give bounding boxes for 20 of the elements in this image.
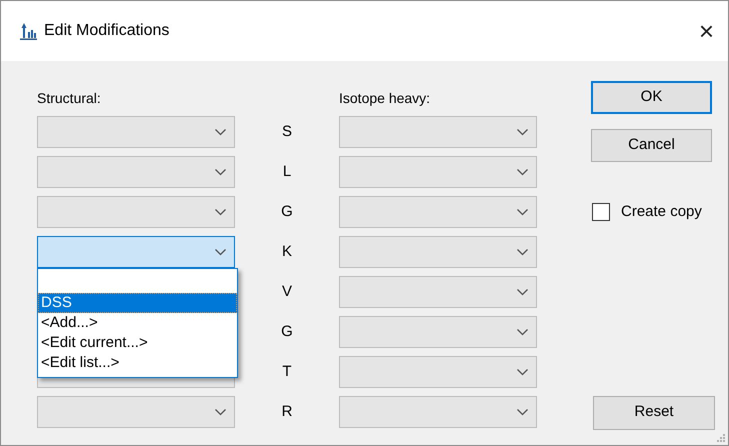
column-label: Isotope heavy: xyxy=(339,88,430,108)
residue-label: G xyxy=(280,322,294,342)
residue-label: V xyxy=(280,282,293,302)
dropdown-option[interactable]: <Edit list...> xyxy=(38,353,237,373)
residue-label: S xyxy=(281,122,294,142)
residue-label: R xyxy=(280,402,294,422)
dropdown-option[interactable]: DSS xyxy=(38,293,237,313)
column-label: Structural: xyxy=(37,88,102,108)
dropdown-option[interactable]: <Add...> xyxy=(38,313,237,333)
close-button[interactable]: × xyxy=(692,18,720,44)
checkbox-label: Create copy xyxy=(621,202,702,222)
cancel-button[interactable]: Cancel xyxy=(591,129,712,162)
residue-label: K xyxy=(281,242,294,262)
residue-label: L xyxy=(282,162,292,182)
reset-button[interactable]: Reset xyxy=(593,396,715,430)
residue-label: T xyxy=(281,362,293,382)
residue-label: G xyxy=(280,202,294,222)
ok-button[interactable]: OK xyxy=(591,81,712,114)
dropdown-option[interactable]: <Edit current...> xyxy=(38,333,237,353)
window-title: Edit Modifications xyxy=(44,21,170,41)
